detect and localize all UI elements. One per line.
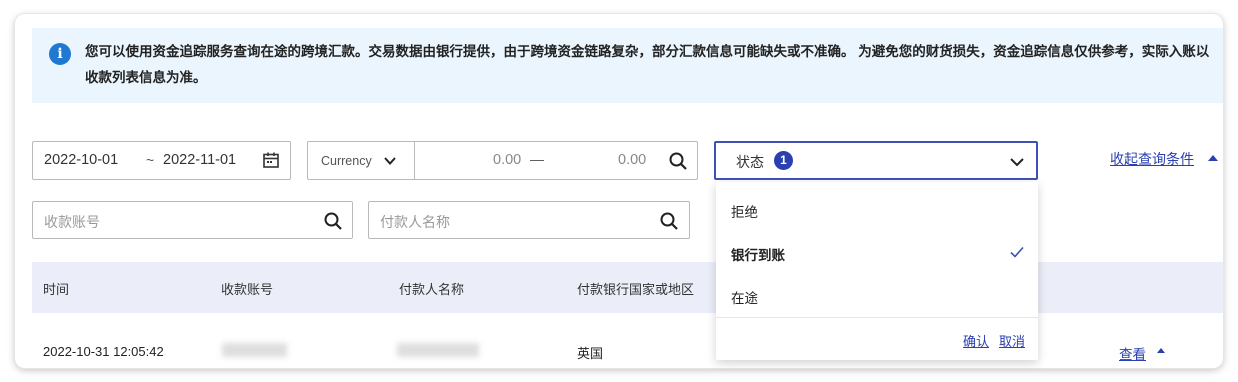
row-time: 2022-10-31 12:05:42 [43, 344, 164, 359]
column-header-account: 收款账号 [221, 282, 274, 297]
date-start[interactable]: 2022-10-01 [44, 152, 118, 168]
amount-dash: — [530, 151, 544, 167]
date-end[interactable]: 2022-11-01 [163, 152, 236, 168]
amount-range-filter: Currency 0.00 — 0.00 [307, 141, 698, 180]
chevron-down-icon [1010, 158, 1024, 167]
payer-placeholder: 付款人名称 [380, 214, 450, 230]
amount-max-input[interactable]: 0.00 [618, 152, 646, 168]
account-placeholder: 收款账号 [44, 214, 100, 230]
info-icon: i [49, 43, 71, 65]
search-icon[interactable] [668, 151, 688, 171]
checkmark-icon [1010, 246, 1024, 258]
calendar-icon[interactable] [262, 151, 280, 169]
status-dropdown-menu: 拒绝 银行到账 在途 确认 取消 [716, 182, 1038, 360]
collapse-filters-link[interactable]: 收起查询条件 [1110, 149, 1194, 169]
currency-label: Currency [321, 154, 372, 168]
status-option-bank-received[interactable]: 银行到账 [731, 244, 785, 264]
row-country: 英国 [577, 346, 604, 361]
status-select[interactable]: 状态 1 [714, 141, 1038, 180]
view-button[interactable]: 查看 [1119, 343, 1146, 363]
status-option-in-transit[interactable]: 在途 [731, 287, 758, 307]
cancel-button[interactable]: 取消 [999, 331, 1025, 350]
blurred-account-number [222, 343, 287, 357]
caret-up-icon[interactable] [1157, 348, 1165, 353]
column-header-country: 付款银行国家或地区 [577, 282, 695, 297]
blurred-payer-name [397, 343, 479, 357]
confirm-button[interactable]: 确认 [963, 331, 989, 350]
search-icon[interactable] [659, 211, 679, 231]
amount-min-input[interactable]: 0.00 [493, 152, 521, 168]
search-icon[interactable] [323, 211, 343, 231]
dropdown-divider [716, 317, 1038, 318]
currency-select[interactable]: Currency [308, 142, 415, 179]
status-option-rejected[interactable]: 拒绝 [731, 201, 758, 221]
date-separator: ~ [146, 152, 155, 168]
status-label: 状态 [736, 154, 764, 170]
date-range-picker[interactable]: 2022-10-01 ~ 2022-11-01 [32, 141, 291, 180]
payer-search-field[interactable]: 付款人名称 [368, 201, 690, 239]
status-count-badge: 1 [774, 151, 793, 170]
column-header-payer: 付款人名称 [399, 282, 465, 297]
chevron-down-icon [384, 157, 396, 165]
notice-text: 您可以使用资金追踪服务查询在途的跨境汇款。交易数据由银行提供，由于跨境资金链路复… [85, 44, 1210, 85]
column-header-time: 时间 [43, 282, 70, 297]
account-search-field[interactable]: 收款账号 [32, 201, 353, 239]
caret-up-icon[interactable] [1208, 155, 1218, 161]
